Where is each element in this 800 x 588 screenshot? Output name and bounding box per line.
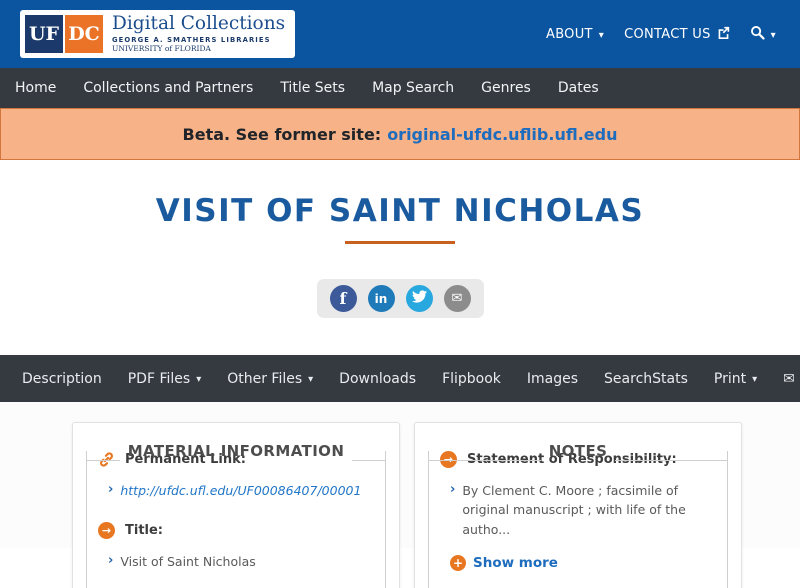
search-menu[interactable]: ▾ — [750, 25, 776, 44]
contact-us-label: CONTACT US — [624, 26, 711, 42]
toolbar-left: Description PDF Files ▾ Other Files ▾ Do… — [22, 371, 652, 387]
toolbar-downloads[interactable]: Downloads — [339, 371, 416, 387]
linkedin-icon: in — [374, 291, 388, 306]
uf-logo-square: UF — [25, 15, 63, 53]
fieldset-border: MATERIAL INFORMATION — [87, 442, 385, 469]
toolbar-print-label: Print — [713, 370, 747, 387]
toolbar-pdf-files[interactable]: PDF Files ▾ — [128, 371, 201, 387]
title-field: → Title: — [98, 522, 374, 540]
nav-item-genres[interactable]: Genres — [481, 80, 531, 96]
contact-us-link[interactable]: CONTACT US — [624, 26, 730, 43]
permanent-link-value-row: › http://ufdc.ufl.edu/UF00086407/00001 — [108, 481, 374, 500]
statement-of-responsibility-value: By Clement C. Moore ; facsimile of origi… — [462, 483, 686, 537]
statement-of-responsibility-value-row: › By Clement C. Moore ; facsimile of ori… — [450, 481, 716, 539]
toolbar-search[interactable]: Search — [604, 371, 652, 387]
main-nav: Home Collections and Partners Title Sets… — [0, 68, 800, 108]
logo-subtitle-university: UNIVERSITY of FLORIDA — [112, 44, 211, 54]
title-section: VISIT OF SAINT NICHOLAS — [0, 160, 800, 244]
fieldset-border: NOTES — [429, 442, 727, 469]
chevron-right-icon: › — [108, 482, 114, 497]
beta-banner: Beta. See former site: original-ufdc.ufl… — [0, 108, 800, 160]
caret-down-icon: ▾ — [196, 374, 202, 385]
permanent-link-url[interactable]: http://ufdc.ufl.edu/UF00086407/00001 — [120, 481, 361, 500]
page-title: VISIT OF SAINT NICHOLAS — [155, 193, 645, 229]
title-underline — [345, 241, 455, 244]
search-icon — [750, 25, 765, 44]
material-information-title: MATERIAL INFORMATION — [127, 442, 345, 460]
external-link-icon — [717, 26, 730, 43]
nav-item-dates[interactable]: Dates — [558, 80, 599, 96]
nav-item-map-search[interactable]: Map Search — [372, 80, 454, 96]
twitter-share-button[interactable] — [405, 285, 433, 312]
facebook-share-button[interactable]: f — [329, 285, 357, 312]
caret-down-icon: ▾ — [770, 29, 776, 41]
content-area: MATERIAL INFORMATION Permanent Link: › h… — [0, 402, 800, 588]
about-label: ABOUT — [546, 26, 593, 42]
plus-circle-icon: + — [450, 555, 466, 572]
header-links: ABOUT ▾ CONTACT US ▾ — [546, 25, 776, 44]
show-more-label: Show more — [473, 555, 558, 572]
toolbar-pdf-files-label: PDF Files — [127, 370, 191, 387]
linkedin-share-button[interactable]: in — [367, 285, 395, 312]
twitter-icon — [411, 289, 427, 308]
former-site-link[interactable]: original-ufdc.uflib.ufl.edu — [387, 125, 617, 144]
share-row: f in ✉ — [0, 279, 800, 318]
share-pill: f in ✉ — [316, 279, 484, 318]
chevron-right-icon: › — [450, 482, 456, 497]
nav-item-collections-and-partners[interactable]: Collections and Partners — [83, 80, 253, 96]
about-menu[interactable]: ABOUT ▾ — [546, 27, 604, 42]
facebook-icon: f — [339, 289, 347, 308]
beta-banner-text: Beta. See former site: — [182, 124, 382, 144]
notes-title: NOTES — [548, 442, 608, 460]
show-more-button[interactable]: + Show more — [450, 555, 716, 572]
caret-down-icon: ▾ — [752, 374, 758, 385]
nav-item-home[interactable]: Home — [15, 80, 56, 96]
caret-down-icon: ▾ — [598, 29, 605, 41]
site-logo[interactable]: UF DC Digital Collections GEORGE A. SMAT… — [20, 10, 296, 58]
logo-text: Digital Collections GEORGE A. SMATHERS L… — [112, 15, 285, 53]
site-header: UF DC Digital Collections GEORGE A. SMAT… — [0, 0, 800, 68]
notes-card: NOTES → Statement of Responsibility: › B… — [414, 422, 742, 588]
toolbar-flipbook[interactable]: Flipbook — [442, 371, 501, 387]
material-information-card: MATERIAL INFORMATION Permanent Link: › h… — [72, 422, 400, 588]
chevron-right-icon: › — [108, 553, 114, 569]
envelope-icon: ✉ — [451, 291, 463, 306]
dc-logo-square: DC — [65, 15, 103, 53]
caret-down-icon: ▾ — [308, 374, 314, 385]
material-information-fieldset: MATERIAL INFORMATION Permanent Link: › h… — [86, 442, 386, 588]
logo-subtitle-libraries: GEORGE A. SMATHERS LIBRARIES — [112, 35, 271, 44]
toolbar-right: Stats Print ▾ ✉ Send — [652, 371, 800, 387]
toolbar-stats[interactable]: Stats — [652, 371, 688, 387]
page: UF DC Digital Collections GEORGE A. SMAT… — [0, 0, 800, 588]
title-field-label: Title: — [125, 523, 164, 539]
logo-title: Digital Collections — [112, 13, 286, 35]
toolbar-description[interactable]: Description — [22, 371, 102, 387]
envelope-icon: ✉ — [783, 370, 795, 387]
toolbar-other-files-label: Other Files — [227, 370, 303, 387]
arrow-circle-icon: → — [98, 522, 115, 540]
toolbar-send[interactable]: ✉ Send — [783, 371, 800, 387]
toolbar-other-files[interactable]: Other Files ▾ — [227, 371, 313, 387]
email-share-button[interactable]: ✉ — [443, 285, 471, 312]
title-field-value: Visit of Saint Nicholas — [120, 554, 256, 570]
nav-item-title-sets[interactable]: Title Sets — [280, 80, 345, 96]
toolbar-print[interactable]: Print ▾ — [714, 371, 757, 387]
item-toolbar: Description PDF Files ▾ Other Files ▾ Do… — [0, 355, 800, 402]
toolbar-images[interactable]: Images — [527, 371, 578, 387]
notes-fieldset: NOTES → Statement of Responsibility: › B… — [428, 442, 728, 588]
title-value-row: › Visit of Saint Nicholas — [108, 552, 374, 571]
arrow-glyph: → — [101, 524, 112, 538]
